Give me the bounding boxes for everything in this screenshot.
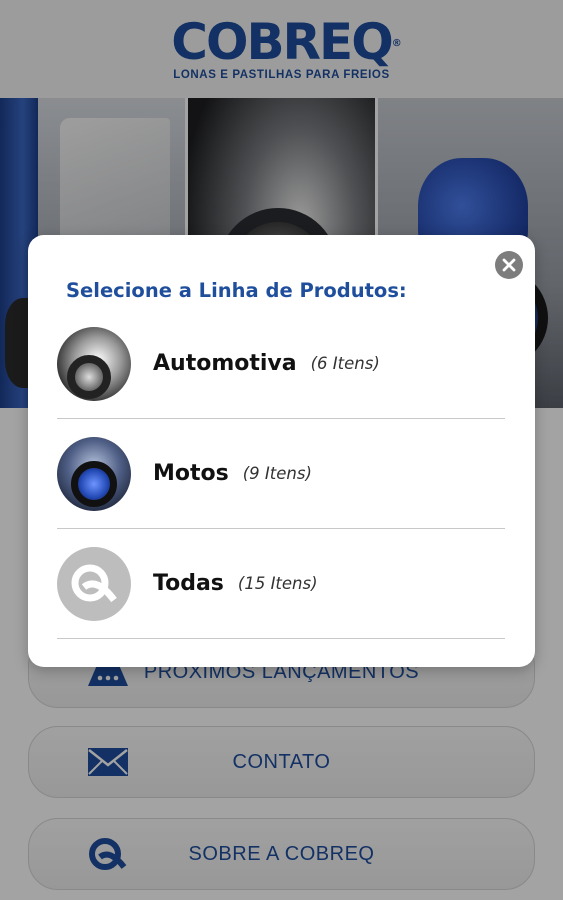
option-name: Motos (153, 461, 229, 486)
option-count: (15 Itens) (237, 574, 318, 593)
option-name: Automotiva (153, 351, 297, 376)
option-count: (6 Itens) (310, 354, 380, 373)
close-button[interactable] (495, 251, 523, 279)
option-motos[interactable]: Motos (9 Itens) (57, 419, 505, 529)
dialog-title: Selecione a Linha de Produtos: (66, 279, 407, 302)
car-wheel-image (57, 326, 131, 401)
motorcycle-image (57, 436, 131, 511)
product-line-dialog: Selecione a Linha de Produtos: Automotiv… (28, 235, 535, 667)
close-icon (502, 258, 516, 272)
option-name: Todas (153, 571, 224, 596)
option-count: (9 Itens) (242, 464, 312, 483)
option-todas[interactable]: Todas (15 Itens) (57, 529, 505, 639)
option-automotiva[interactable]: Automotiva (6 Itens) (57, 309, 505, 419)
cobreq-logo-icon (57, 546, 131, 621)
